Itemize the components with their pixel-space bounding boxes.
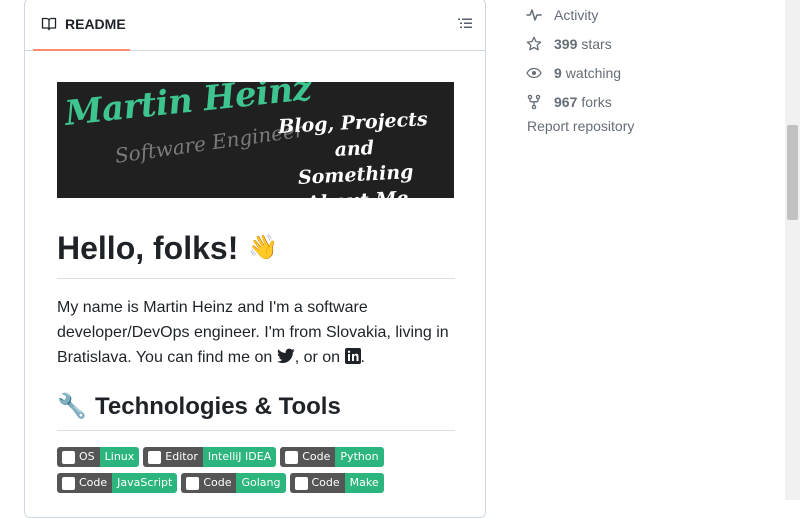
badge-right-text: Linux (99, 447, 140, 467)
python-icon (285, 450, 299, 464)
readme-heading: Hello, folks! 👋 (57, 228, 455, 279)
watching-label: watching (565, 64, 622, 81)
intro-end: . (360, 349, 365, 366)
stars-label: stars (581, 35, 612, 52)
badge-right-text: Make (344, 473, 384, 493)
badge-left-text: Editor (165, 450, 198, 463)
badge-list: OS Linux Editor IntelliJ IDEA Code Pytho… (57, 447, 457, 493)
badge-right-text: Golang (236, 473, 286, 493)
activity-label: Activity (554, 6, 599, 23)
readme-header: README (25, 0, 485, 51)
readme-heading-text: Hello, folks! (57, 230, 239, 266)
section-heading: 🔧 Technologies & Tools (57, 392, 455, 431)
profile-banner[interactable]: Martin Heinz Software Engineer Blog, Pro… (57, 82, 454, 198)
make-icon (294, 476, 308, 490)
repo-sidebar: Activity 399 stars 9 watching 967 forks … (526, 0, 776, 134)
page-scrollbar[interactable] (785, 0, 800, 500)
intellij-icon (148, 450, 162, 464)
watching-link[interactable]: 9 watching (526, 58, 776, 87)
readme-tab-label: README (65, 16, 126, 32)
intro-text: My name is Martin Heinz and I'm a softwa… (57, 299, 449, 366)
scrollbar-thumb[interactable] (787, 125, 798, 220)
linux-icon (62, 450, 75, 464)
badge-right-text: IntelliJ IDEA (202, 447, 277, 467)
forks-link[interactable]: 967 forks (526, 87, 776, 116)
banner-tagline-line1: Blog, Projects and (277, 108, 429, 162)
book-icon (41, 17, 57, 31)
badge-left-text: OS (79, 450, 95, 463)
badge-left: OS (57, 447, 100, 467)
badge-editor-intellij[interactable]: Editor IntelliJ IDEA (143, 447, 277, 467)
section-heading-text: Technologies & Tools (95, 393, 341, 420)
javascript-icon (62, 476, 75, 490)
badge-left-text: Code (79, 476, 108, 489)
pulse-icon (526, 8, 542, 21)
badge-code-golang[interactable]: Code Golang (181, 473, 286, 493)
fork-icon (527, 94, 541, 109)
readme-body: Martin Heinz Software Engineer Blog, Pro… (57, 82, 455, 493)
active-tab-underline (33, 49, 130, 51)
badge-code-javascript[interactable]: Code JavaScript (57, 473, 178, 493)
badge-left: Code (280, 447, 336, 467)
eye-icon (526, 67, 542, 78)
badge-left: Editor (143, 447, 203, 467)
badge-os-linux[interactable]: OS Linux (57, 447, 140, 467)
readme-tab[interactable]: README (33, 0, 129, 49)
wave-icon: 👋 (248, 234, 279, 261)
report-repository-link[interactable]: Report repository (526, 118, 776, 134)
list-outline-icon (458, 18, 472, 28)
activity-link[interactable]: Activity (526, 0, 776, 29)
badge-left: Code (181, 473, 237, 493)
forks-label: forks (581, 93, 612, 110)
wrench-icon: 🔧 (57, 393, 87, 420)
outline-button[interactable] (455, 14, 475, 34)
linkedin-icon[interactable] (344, 348, 361, 364)
banner-tagline: Blog, Projects and Something About Me (267, 106, 442, 198)
badge-right-text: Python (335, 447, 384, 467)
stars-link[interactable]: 399 stars (526, 29, 776, 58)
badge-left: Code (289, 473, 345, 493)
star-icon (526, 36, 542, 50)
readme-card: README Martin Heinz Software Engineer Bl… (24, 0, 486, 518)
badge-left: Code (57, 473, 113, 493)
badge-left-text: Code (203, 476, 232, 489)
intro-paragraph: My name is Martin Heinz and I'm a softwa… (57, 295, 455, 370)
badge-left-text: Code (302, 450, 331, 463)
forks-count: 967 (554, 93, 578, 110)
badge-right-text: JavaScript (112, 473, 178, 493)
watching-count: 9 (554, 64, 562, 81)
stars-count: 399 (554, 35, 578, 52)
intro-or: , or on (294, 349, 345, 366)
badge-code-python[interactable]: Code Python (280, 447, 384, 467)
golang-icon (186, 476, 200, 490)
badge-code-make[interactable]: Code Make (289, 473, 384, 493)
badge-left-text: Code (311, 476, 340, 489)
twitter-icon[interactable] (276, 348, 295, 364)
